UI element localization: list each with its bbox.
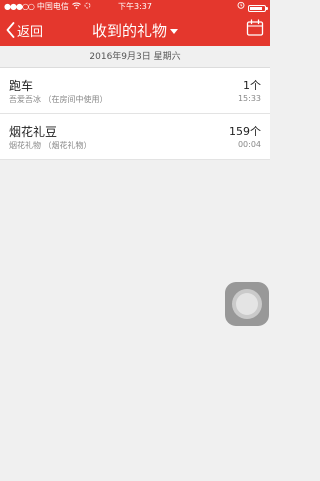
status-time: 下午3:37 bbox=[118, 2, 152, 11]
caret-down-icon bbox=[170, 29, 178, 34]
gift-name: 跑车 bbox=[9, 79, 34, 93]
gift-description: 烟花礼物 （烟花礼物） bbox=[9, 141, 92, 150]
gift-time: 15:33 bbox=[237, 94, 261, 103]
date-header: 2016年9月3日 星期六 bbox=[0, 46, 270, 68]
assistive-ring-inner bbox=[236, 293, 258, 315]
nav-bar: 返回 收到的礼物 bbox=[0, 13, 270, 46]
gift-name: 烟花礼豆 bbox=[9, 125, 58, 139]
alarm-icon bbox=[237, 0, 245, 13]
status-right bbox=[237, 0, 268, 13]
top-bar: ●●●○○ 中国电信 下午3:37 返回 收到的礼物 bbox=[0, 0, 270, 46]
gift-row-2[interactable]: 烟花礼豆 烟花礼物 （烟花礼物） 159个 00:04 bbox=[0, 114, 270, 160]
gift-row-1[interactable]: 跑车 吾爱吾冰 （在房间中使用） 1个 15:33 bbox=[0, 68, 270, 114]
battery-icon bbox=[248, 4, 268, 12]
gift-time: 00:04 bbox=[237, 140, 261, 149]
assistive-touch-button[interactable] bbox=[225, 282, 269, 326]
status-bar: ●●●○○ 中国电信 下午3:37 bbox=[0, 0, 270, 13]
page-title-dropdown[interactable]: 收到的礼物 bbox=[0, 20, 270, 41]
gift-count: 159个 bbox=[229, 125, 261, 138]
gift-list: 跑车 吾爱吾冰 （在房间中使用） 1个 15:33 烟花礼豆 烟花礼物 （烟花礼… bbox=[0, 68, 270, 160]
calendar-icon bbox=[246, 19, 264, 36]
calendar-button[interactable] bbox=[246, 19, 264, 37]
page-title: 收到的礼物 bbox=[91, 22, 167, 40]
gift-count: 1个 bbox=[243, 79, 261, 92]
gift-description: 吾爱吾冰 （在房间中使用） bbox=[9, 95, 108, 104]
